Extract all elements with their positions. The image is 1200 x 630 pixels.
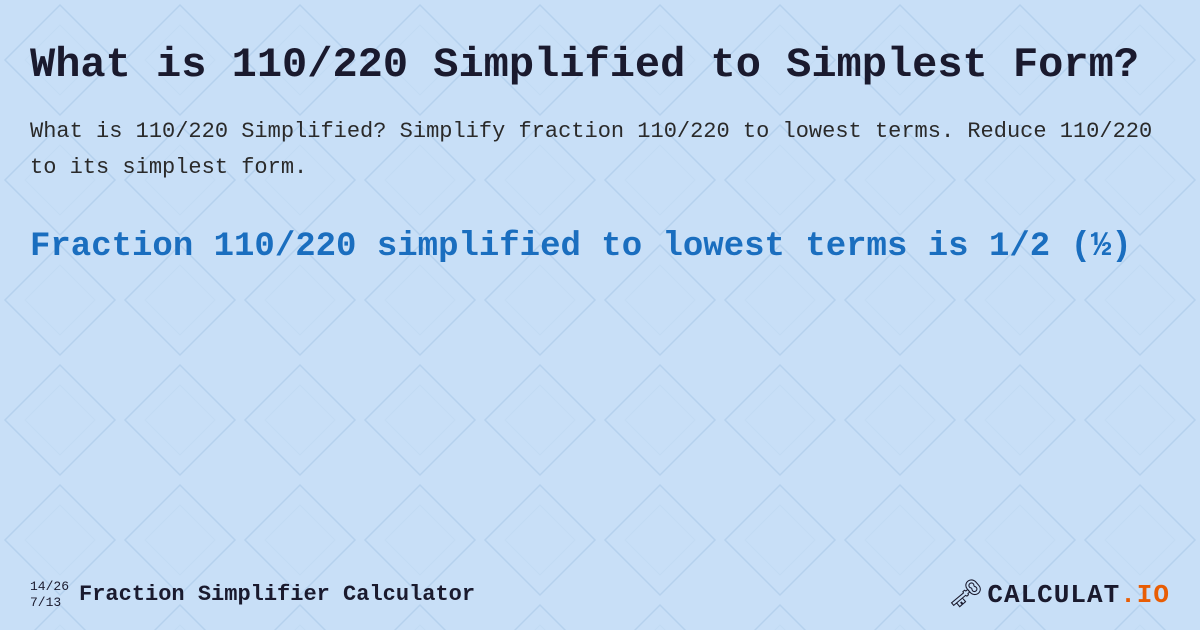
footer-left: 14/26 7/13 Fraction Simplifier Calculato… — [30, 579, 475, 610]
result-section: Fraction 110/220 simplified to lowest te… — [30, 225, 1170, 269]
footer: 14/26 7/13 Fraction Simplifier Calculato… — [30, 577, 1170, 612]
logo-text: CALCULAT.IO — [987, 580, 1170, 610]
main-title: What is 110/220 Simplified to Simplest F… — [30, 40, 1170, 90]
calculator-logo: 🗝 CALCULAT.IO — [948, 577, 1170, 612]
fraction-stack: 14/26 7/13 — [30, 579, 69, 610]
description-text: What is 110/220 Simplified? Simplify fra… — [30, 114, 1170, 184]
logo-text-main: CALCULAT — [987, 580, 1120, 610]
fraction-bottom: 7/13 — [30, 595, 69, 611]
fraction-top: 14/26 — [30, 579, 69, 595]
result-text: Fraction 110/220 simplified to lowest te… — [30, 225, 1170, 269]
key-icon: 🗝 — [948, 577, 984, 612]
brand-label: Fraction Simplifier Calculator — [79, 582, 475, 607]
footer-right: 🗝 CALCULAT.IO — [948, 577, 1170, 612]
logo-text-accent: .IO — [1120, 580, 1170, 610]
